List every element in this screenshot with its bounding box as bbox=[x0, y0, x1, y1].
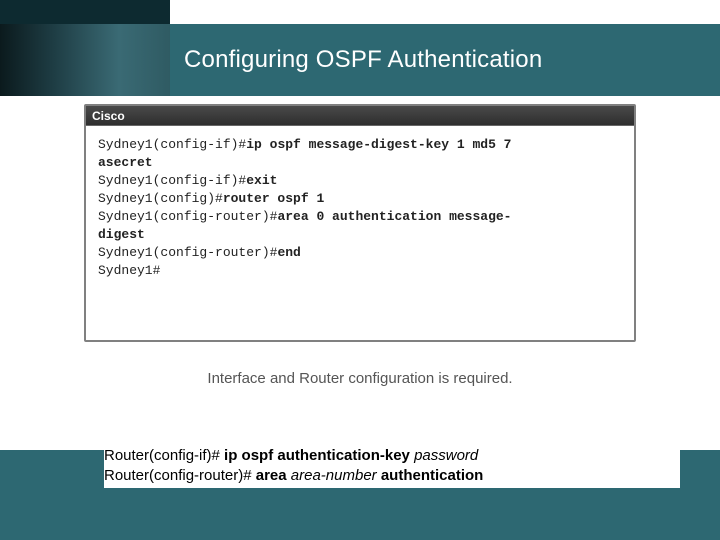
terminal-window: Cisco Sydney1(config-if)#ip ospf message… bbox=[84, 104, 636, 342]
command-syntax: Router(config-if)# ip ospf authenticatio… bbox=[104, 444, 680, 488]
cmd1-keyword: ip ospf authentication-key bbox=[224, 447, 410, 464]
terminal-line: Sydney1(config-if)#exit bbox=[98, 172, 622, 190]
terminal-titlebar: Cisco bbox=[86, 106, 634, 126]
header-left-topband bbox=[0, 0, 170, 24]
terminal-line: Sydney1(config-router)#end bbox=[98, 244, 622, 262]
slide-header: Configuring OSPF Authentication bbox=[0, 0, 720, 96]
header-left-image bbox=[0, 0, 170, 96]
command-line-1: Router(config-if)# ip ospf authenticatio… bbox=[104, 446, 680, 466]
cmd1-arg: password bbox=[410, 447, 478, 464]
cmd2-keyword-b: authentication bbox=[381, 467, 484, 484]
terminal-line: digest bbox=[98, 226, 622, 244]
main-content: Cisco Sydney1(config-if)#ip ospf message… bbox=[0, 96, 720, 387]
terminal-brand: Cisco bbox=[92, 109, 125, 123]
cmd2-keyword-a: area bbox=[256, 467, 287, 484]
terminal-line: Sydney1(config)#router ospf 1 bbox=[98, 190, 622, 208]
terminal-line: Sydney1(config-if)#ip ospf message-diges… bbox=[98, 136, 622, 154]
page-title: Configuring OSPF Authentication bbox=[184, 46, 542, 74]
cmd1-prefix: Router(config-if)# bbox=[104, 447, 224, 464]
title-strip: Configuring OSPF Authentication bbox=[170, 24, 720, 96]
terminal-line: Sydney1# bbox=[98, 262, 622, 280]
terminal-line: asecret bbox=[98, 154, 622, 172]
terminal-line: Sydney1(config-router)#area 0 authentica… bbox=[98, 208, 622, 226]
command-line-2: Router(config-router)# area area-number … bbox=[104, 466, 680, 486]
cmd2-prefix: Router(config-router)# bbox=[104, 467, 256, 484]
cmd2-arg-a: area-number bbox=[287, 467, 381, 484]
terminal-body: Sydney1(config-if)#ip ospf message-diges… bbox=[86, 126, 634, 340]
subcaption: Interface and Router configuration is re… bbox=[84, 370, 636, 387]
